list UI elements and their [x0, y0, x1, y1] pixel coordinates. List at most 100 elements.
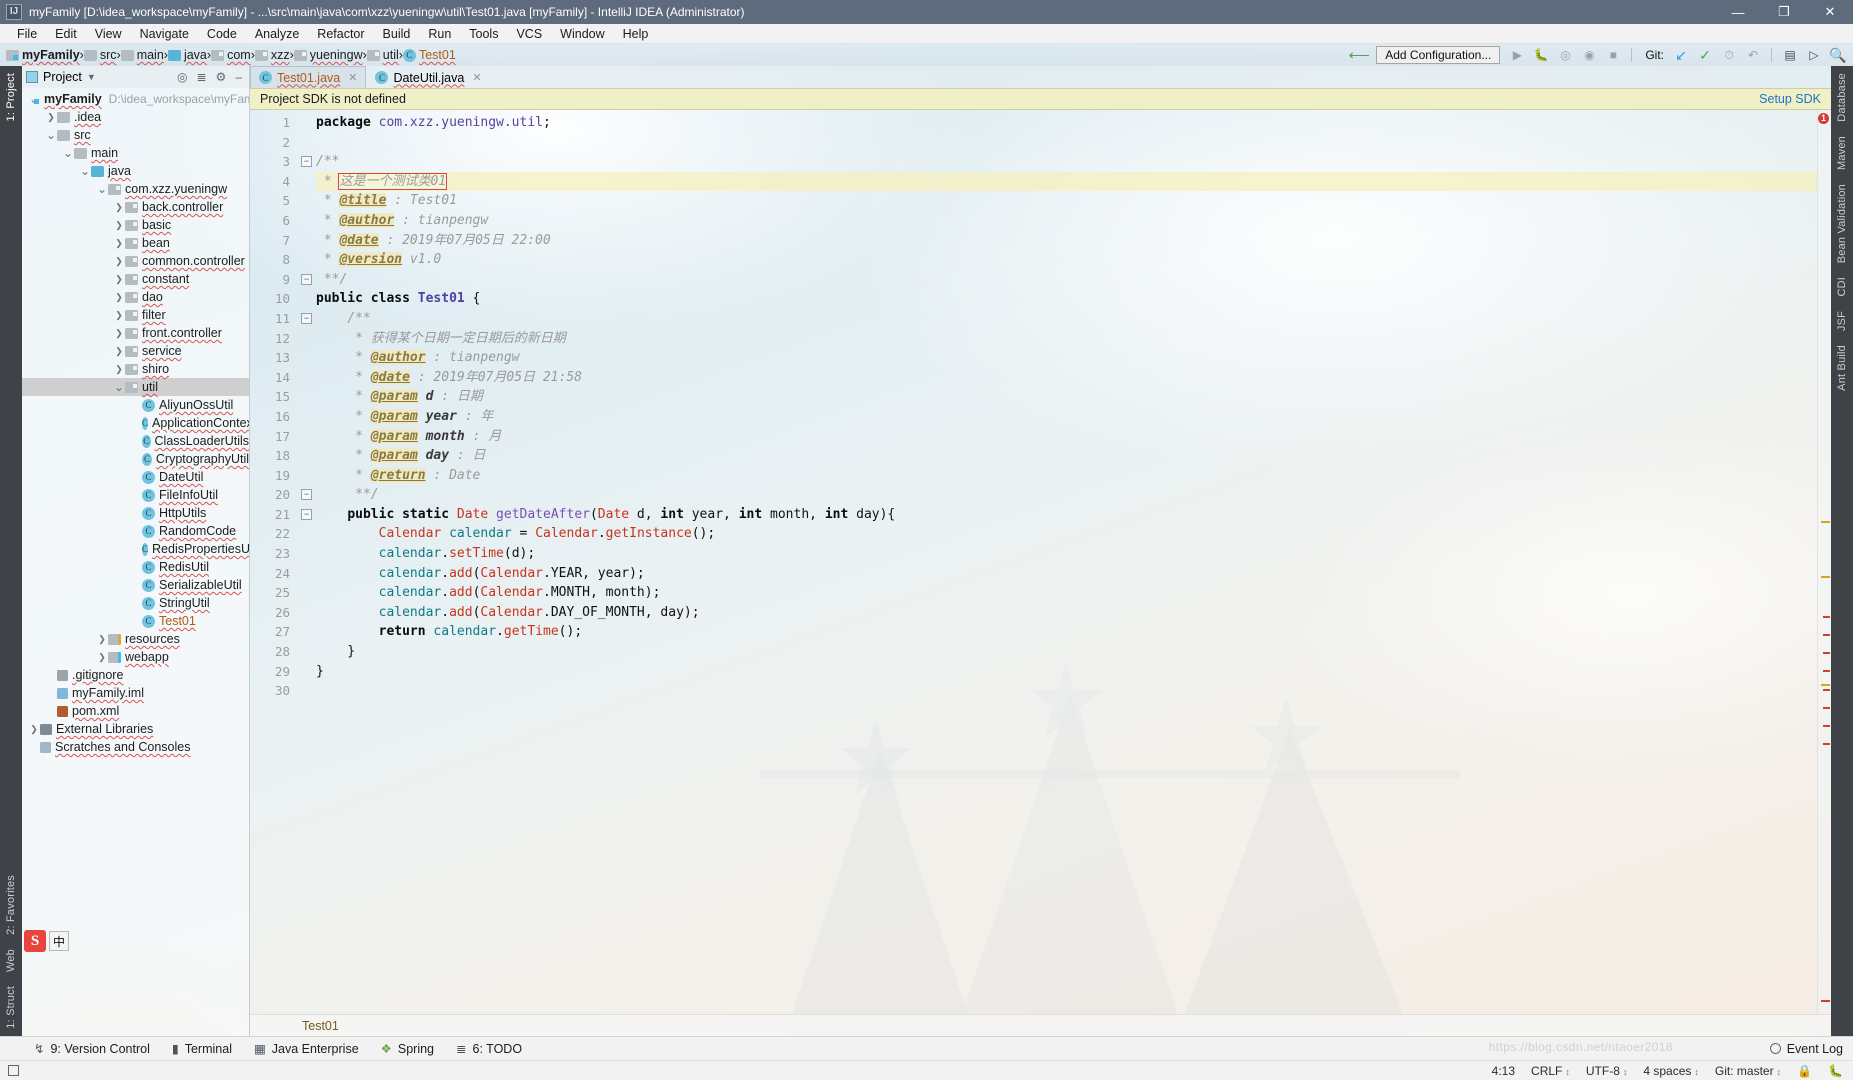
collapse-all-icon[interactable]: ≣: [196, 70, 206, 84]
tree-node-basic[interactable]: ❯ basic: [22, 216, 249, 234]
run-with-coverage-icon[interactable]: ◎: [1554, 45, 1576, 65]
code-line-7[interactable]: * @date : 2019年07月05日 22:00: [316, 231, 1817, 251]
code-line-17[interactable]: * @param month : 月: [316, 427, 1817, 447]
rollback-icon[interactable]: ↶: [1742, 45, 1764, 65]
breadcrumb-xzz[interactable]: xzz: [254, 48, 290, 62]
breadcrumb-test01[interactable]: C Test01: [402, 48, 456, 62]
tree-node-myfamily[interactable]: ⌄myFamilyD:\idea_workspace\myFamil: [22, 90, 249, 108]
breadcrumb-yueningw[interactable]: yueningw: [293, 48, 363, 62]
memory-indicator-icon[interactable]: [8, 1065, 19, 1076]
project-structure-icon[interactable]: ▤: [1779, 45, 1801, 65]
chevron-right-icon[interactable]: ❯: [28, 724, 40, 735]
code-line-5[interactable]: * @title : Test01: [316, 191, 1817, 211]
event-log-group[interactable]: Event Log: [1769, 1042, 1853, 1056]
fold-marker-line-9[interactable]: −: [301, 273, 312, 285]
code-line-28[interactable]: }: [316, 642, 1817, 662]
chevron-down-icon[interactable]: ▼: [87, 72, 96, 82]
breadcrumb-com[interactable]: com: [211, 48, 251, 62]
stop-icon[interactable]: ■: [1602, 45, 1624, 65]
marker-stripe-mark[interactable]: [1823, 670, 1830, 673]
marker-stripe-mark[interactable]: [1823, 724, 1830, 727]
history-icon[interactable]: ⏱: [1718, 45, 1740, 65]
tree-node-redisutil[interactable]: C RedisUtil: [22, 558, 249, 576]
code-line-20[interactable]: **/: [316, 485, 1817, 505]
chevron-down-icon[interactable]: ⌄: [113, 380, 125, 394]
chevron-right-icon[interactable]: ❯: [96, 634, 108, 645]
tree-node-main[interactable]: ⌄ main: [22, 144, 249, 162]
tree-node-cryptographyutil[interactable]: C CryptographyUtil: [22, 450, 249, 468]
tree-node-test01[interactable]: C Test01: [22, 612, 249, 630]
code-line-29[interactable]: }: [316, 662, 1817, 682]
chevron-right-icon[interactable]: ❯: [113, 292, 125, 303]
tree-node-serializableutil[interactable]: C SerializableUtil: [22, 576, 249, 594]
chevron-down-icon[interactable]: ⌄: [79, 164, 91, 178]
inspections-icon[interactable]: 🐛: [1828, 1064, 1843, 1078]
chevron-right-icon[interactable]: ❯: [45, 112, 57, 123]
menu-build[interactable]: Build: [374, 24, 420, 44]
chevron-right-icon[interactable]: ❯: [113, 346, 125, 357]
code-editor[interactable]: 1 2 3 4 5 6 7 8 9 10 11 12 13 14 15 16 17 18 19 20 21 22 23 24 2…: [250, 110, 1831, 1014]
marker-stripe-mark[interactable]: [1823, 688, 1830, 691]
code-line-23[interactable]: calendar.setTime(d);: [316, 544, 1817, 564]
close-icon[interactable]: ✕: [348, 71, 357, 84]
menu-vcs[interactable]: VCS: [507, 24, 551, 44]
marker-stripe-mark[interactable]: [1821, 575, 1830, 578]
code-folding-gutter[interactable]: − − − − −: [298, 110, 316, 1014]
marker-stripe-mark[interactable]: [1821, 521, 1830, 524]
chevron-down-icon[interactable]: ⌄: [62, 146, 74, 160]
tree-node-com-xzz-yueningw[interactable]: ⌄ com.xzz.yueningw: [22, 180, 249, 198]
code-line-6[interactable]: * @author : tianpengw: [316, 211, 1817, 231]
code-line-9[interactable]: **/: [316, 270, 1817, 290]
add-configuration-button[interactable]: Add Configuration...: [1376, 46, 1501, 64]
tree-node-external-libraries[interactable]: ❯ External Libraries: [22, 720, 249, 738]
tree-node-aliyunossutil[interactable]: C AliyunOssUtil: [22, 396, 249, 414]
code-line-8[interactable]: * @version v1.0: [316, 250, 1817, 270]
marker-stripe-mark[interactable]: [1823, 616, 1830, 619]
sidebar-tab-ant-build[interactable]: Ant Build: [1836, 338, 1848, 398]
sidebar-tab-maven[interactable]: Maven: [1836, 129, 1848, 177]
code-line-27[interactable]: return calendar.getTime();: [316, 622, 1817, 642]
tree-node-classloaderutils[interactable]: C ClassLoaderUtils: [22, 432, 249, 450]
code-line-12[interactable]: * 获得某个日期一定日期后的新日期: [316, 329, 1817, 349]
bottom-item-java-enterprise[interactable]: ▦ Java Enterprise: [254, 1041, 359, 1057]
line-separator-selector[interactable]: CRLF: [1531, 1064, 1570, 1078]
tree-node-front-controller[interactable]: ❯ front.controller: [22, 324, 249, 342]
sidebar-tab-structure[interactable]: 1: Struct: [5, 979, 17, 1036]
sidebar-tab-favorites[interactable]: 2: Favorites: [5, 868, 17, 942]
encoding-selector[interactable]: UTF-8: [1586, 1064, 1628, 1078]
fold-marker-line-3[interactable]: −: [301, 156, 312, 168]
tree-node-pom-xml[interactable]: pom.xml: [22, 702, 249, 720]
tree-node-service[interactable]: ❯ service: [22, 342, 249, 360]
tree-node-util[interactable]: ⌄ util: [22, 378, 249, 396]
debug-icon[interactable]: 🐛: [1530, 45, 1552, 65]
chevron-right-icon[interactable]: ❯: [113, 328, 125, 339]
menu-file[interactable]: File: [8, 24, 46, 44]
tree-node-randomcode[interactable]: C RandomCode: [22, 522, 249, 540]
sidebar-tab-database[interactable]: Database: [1836, 66, 1848, 129]
marker-stripe-mark[interactable]: [1823, 706, 1830, 709]
error-count-badge[interactable]: 1: [1818, 113, 1829, 124]
tree-node-java[interactable]: ⌄ java: [22, 162, 249, 180]
git-branch-widget[interactable]: Git: master: [1715, 1064, 1781, 1078]
chevron-right-icon[interactable]: ❯: [96, 652, 108, 663]
close-button[interactable]: ✕: [1807, 0, 1853, 24]
chevron-right-icon[interactable]: ❯: [113, 238, 125, 249]
code-line-3[interactable]: /**: [316, 152, 1817, 172]
chevron-right-icon[interactable]: ❯: [113, 256, 125, 267]
lock-icon[interactable]: 🔒: [1797, 1064, 1812, 1078]
hide-icon[interactable]: –: [235, 70, 242, 84]
chevron-down-icon[interactable]: ⌄: [96, 182, 108, 196]
maximize-button[interactable]: ❐: [1761, 0, 1807, 24]
menu-navigate[interactable]: Navigate: [131, 24, 198, 44]
tree-node-httputils[interactable]: C HttpUtils: [22, 504, 249, 522]
tree-node-resources[interactable]: ❯ resources: [22, 630, 249, 648]
code-line-18[interactable]: * @param day : 日: [316, 446, 1817, 466]
tree-node--gitignore[interactable]: .gitignore: [22, 666, 249, 684]
breadcrumb-util[interactable]: util: [366, 48, 399, 62]
tree-node-webapp[interactable]: ❯ webapp: [22, 648, 249, 666]
tree-node-fileinfoutil[interactable]: C FileInfoUtil: [22, 486, 249, 504]
search-icon[interactable]: 🔍: [1827, 45, 1849, 65]
menu-code[interactable]: Code: [198, 24, 246, 44]
setup-sdk-link[interactable]: Setup SDK: [1759, 92, 1821, 106]
code-line-15[interactable]: * @param d : 日期: [316, 387, 1817, 407]
